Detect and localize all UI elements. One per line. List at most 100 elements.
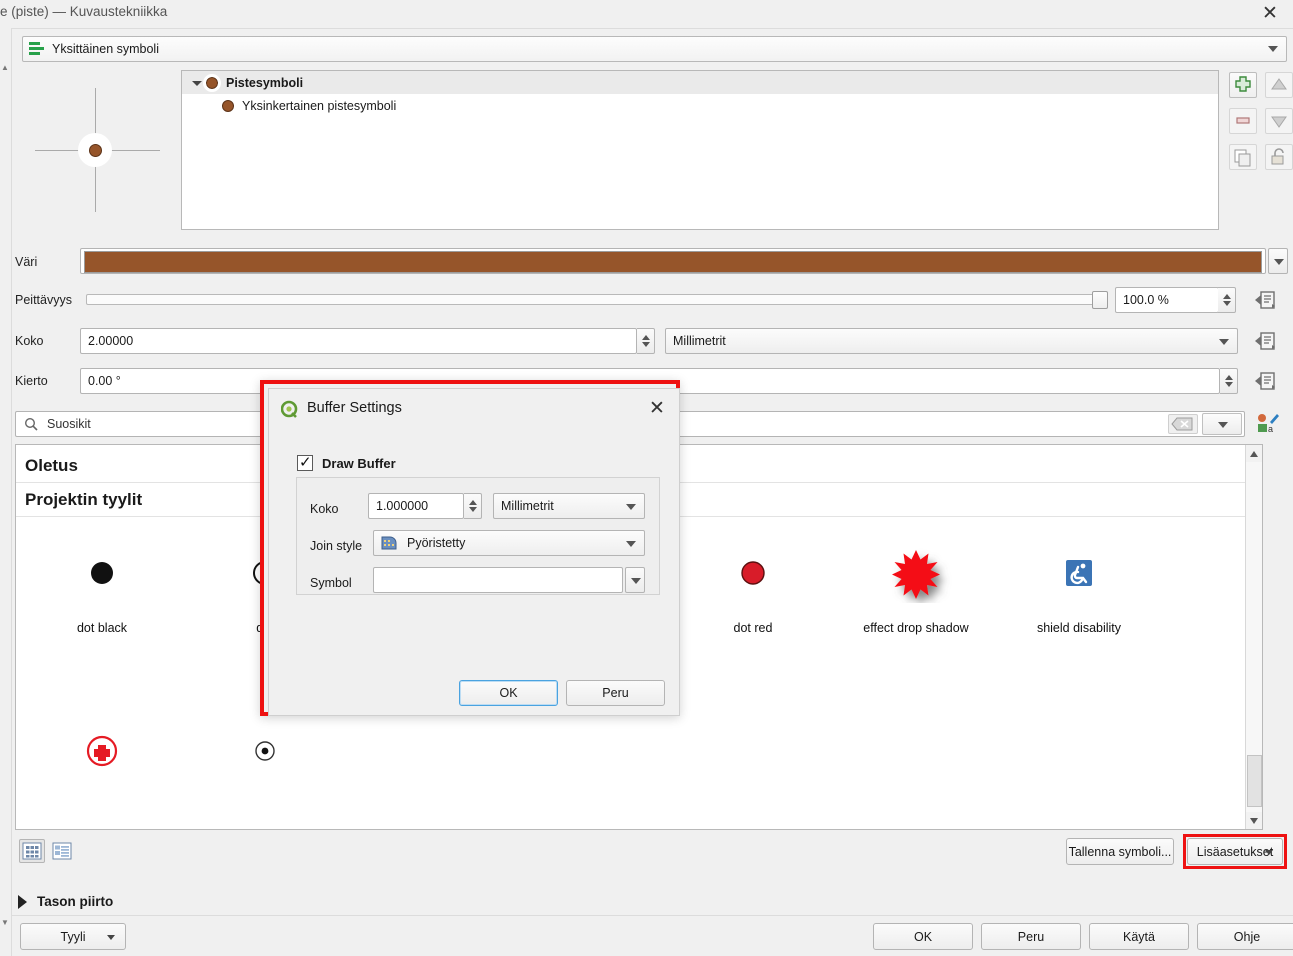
buffer-size-label: Koko [310, 502, 339, 516]
gallery-item-red-cross-circle[interactable] [28, 703, 176, 829]
plus-icon [1235, 76, 1251, 92]
scroll-up-arrow-icon[interactable] [1246, 445, 1262, 462]
buffer-size-unit-combo[interactable]: Millimetrit [493, 493, 645, 519]
cancel-label: Peru [1017, 929, 1045, 944]
layers-icon [29, 42, 44, 56]
rotation-data-defined-override-button[interactable] [1252, 368, 1278, 394]
chevron-down-icon [1274, 259, 1284, 265]
opacity-input[interactable]: 100.0 % [1115, 287, 1219, 313]
gallery-item-dot-black[interactable]: dot black [28, 525, 176, 655]
buffer-symbol-preview[interactable] [373, 567, 623, 593]
tree-item-label: Pistesymboli [226, 75, 304, 90]
symbol-layer-tree[interactable]: Pistesymboli Yksinkertainen pistesymboli [181, 70, 1219, 230]
size-unit-value: Millimetrit [673, 334, 726, 348]
help-label: Ohje [1233, 929, 1261, 944]
ok-label: OK [913, 929, 933, 944]
opacity-stepper[interactable] [1218, 287, 1236, 313]
color-label: Väri [15, 255, 38, 269]
color-dropdown-button[interactable] [1268, 248, 1288, 274]
scroll-down-arrow-icon[interactable] [1246, 812, 1262, 829]
gallery-item-effect-drop-shadow[interactable]: effect drop shadow [842, 525, 990, 655]
join-style-combo[interactable]: Pyöristetty [373, 530, 645, 556]
chevron-down-icon [1219, 339, 1229, 345]
size-value: 2.00000 [88, 334, 134, 348]
style-manager-button[interactable]: a [1255, 412, 1279, 436]
style-menu-button[interactable]: Tyyli [20, 923, 126, 950]
list-view-button[interactable] [49, 839, 75, 863]
ok-button[interactable]: OK [873, 923, 973, 950]
buffer-ok-button[interactable]: OK [459, 680, 558, 706]
checkbox-checked-icon [297, 453, 313, 471]
gallery-item-label: dot black [76, 621, 128, 635]
property-row-color: Väri [0, 248, 1293, 278]
outer-scroll-strip[interactable]: ▲ ▼ [0, 28, 12, 956]
layer-rendering-section[interactable]: Tason piirto [18, 894, 113, 909]
add-symbol-layer-button[interactable] [1229, 72, 1257, 98]
renderer-type-combo[interactable]: Yksittäinen symboli [22, 36, 1287, 62]
draw-buffer-label: Draw Buffer [322, 455, 396, 471]
apply-button[interactable]: Käytä [1089, 923, 1189, 950]
gallery-item-label: effect drop shadow [863, 621, 969, 635]
tree-item-yksinkertainen-pistesymboli[interactable]: Yksinkertainen pistesymboli [182, 94, 1218, 117]
cancel-button[interactable]: Peru [981, 923, 1081, 950]
opacity-data-defined-override-button[interactable] [1252, 287, 1278, 313]
search-filter-dropdown[interactable] [1202, 413, 1242, 435]
buffer-size-unit-value: Millimetrit [501, 499, 554, 513]
gallery-scrollbar[interactable] [1245, 445, 1262, 829]
advanced-button[interactable]: Lisäasetukset [1187, 838, 1283, 865]
buffer-ok-label: OK [499, 686, 518, 700]
help-button[interactable]: Ohje [1197, 923, 1293, 950]
window-titlebar: e (piste) — Kuvaustekniikka ✕ [0, 0, 1293, 28]
opacity-label: Peittävyys [15, 293, 72, 307]
copy-icon [1234, 149, 1251, 167]
data-defined-icon [1255, 332, 1275, 350]
buffer-size-input[interactable]: 1.000000 [368, 493, 464, 519]
style-menu-label: Tyyli [60, 929, 86, 944]
color-button[interactable] [80, 248, 1266, 274]
buffer-size-value: 1.000000 [376, 499, 429, 513]
data-defined-icon [1255, 372, 1275, 390]
opacity-slider[interactable] [86, 294, 1098, 305]
move-up-button[interactable] [1265, 72, 1293, 98]
buffer-size-stepper[interactable] [464, 493, 482, 519]
dot-ring-icon [191, 721, 339, 781]
buffer-settings-title: Buffer Settings [307, 400, 402, 416]
size-data-defined-override-button[interactable] [1252, 328, 1278, 354]
rotation-stepper[interactable] [1220, 368, 1238, 394]
round-join-icon [381, 536, 397, 550]
chevron-down-icon[interactable] [190, 76, 204, 90]
symbol-swatch [222, 99, 234, 112]
gallery-item-dot-ring[interactable] [191, 703, 339, 829]
draw-buffer-checkbox[interactable]: Draw Buffer [297, 453, 396, 471]
duplicate-symbol-layer-button[interactable] [1229, 144, 1257, 170]
chevron-down-icon [626, 504, 636, 510]
tree-item-pistesymboli[interactable]: Pistesymboli [182, 71, 1218, 94]
move-down-button[interactable] [1265, 108, 1293, 134]
close-icon[interactable]: ✕ [645, 397, 669, 421]
buffer-symbol-dropdown[interactable] [625, 567, 645, 593]
close-icon[interactable]: ✕ [1255, 2, 1285, 26]
save-symbol-button[interactable]: Tallenna symboli... [1066, 838, 1174, 865]
lock-open-icon [1271, 148, 1284, 165]
opacity-slider-handle[interactable] [1092, 291, 1108, 309]
scroll-down-arrow-icon[interactable]: ▼ [1, 918, 10, 927]
scrollbar-thumb[interactable] [1247, 755, 1262, 807]
symbol-search-value: Suosikit [47, 417, 91, 431]
grid-view-button[interactable] [19, 839, 45, 863]
size-label: Koko [15, 334, 44, 348]
rotation-label: Kierto [15, 374, 48, 388]
opacity-value: 100.0 % [1123, 293, 1169, 307]
svg-text:a: a [1268, 424, 1273, 434]
remove-symbol-layer-button[interactable] [1229, 108, 1257, 134]
gallery-item-dot-red[interactable]: dot red [679, 525, 827, 655]
gallery-item-shield-disability[interactable]: shield disability [1005, 525, 1153, 655]
size-stepper[interactable] [637, 328, 655, 354]
buffer-cancel-button[interactable]: Peru [566, 680, 665, 706]
size-input[interactable]: 2.00000 [80, 328, 637, 354]
grid-icon [22, 842, 42, 860]
lock-layer-button[interactable] [1265, 144, 1293, 170]
size-unit-combo[interactable]: Millimetrit [665, 328, 1238, 354]
scroll-up-arrow-icon[interactable]: ▲ [1, 63, 10, 72]
shield-disability-icon [1005, 543, 1153, 603]
clear-icon[interactable] [1168, 414, 1198, 434]
